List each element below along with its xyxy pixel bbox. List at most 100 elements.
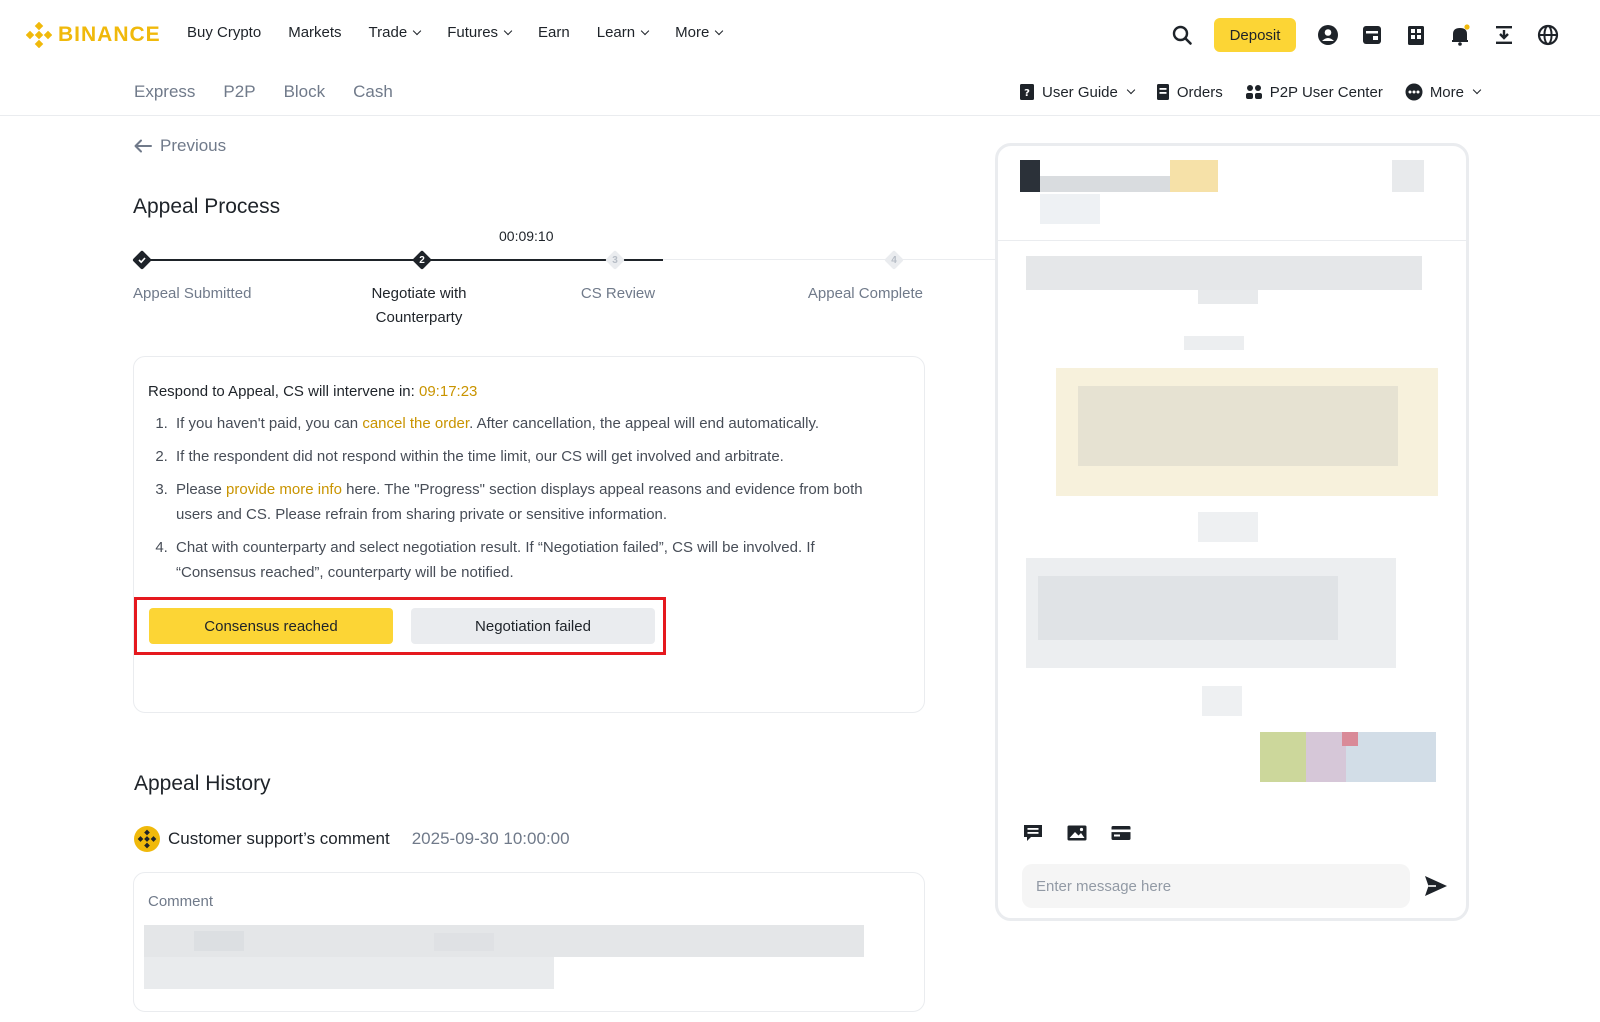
tab-express[interactable]: Express — [134, 82, 195, 102]
step-4-number: 4 — [891, 254, 897, 266]
nav-learn[interactable]: Learn — [596, 24, 650, 41]
nav-trade[interactable]: Trade — [368, 24, 422, 41]
provide-more-info-link[interactable]: provide more info — [226, 481, 342, 498]
history-author: Customer support’s comment — [168, 829, 390, 848]
step-2-marker: 2 — [412, 250, 432, 270]
comment-card: Comment — [133, 872, 925, 1012]
chat-header-action[interactable] — [1392, 160, 1424, 192]
step-1-label: Appeal Submitted — [133, 285, 252, 302]
counterparty-avatar — [1020, 160, 1040, 192]
nav-futures[interactable]: Futures — [447, 24, 513, 41]
binance-logo-icon — [26, 22, 52, 48]
nav-label: Learn — [596, 24, 636, 41]
globe-icon[interactable] — [1536, 23, 1560, 47]
cancel-order-link[interactable]: cancel the order — [362, 415, 469, 432]
chevron-down-icon — [1126, 85, 1136, 95]
progress-line-todo — [663, 259, 1043, 260]
tab-p2p[interactable]: P2P — [223, 82, 255, 102]
orders-link[interactable]: Orders — [1156, 83, 1223, 101]
user-guide-menu[interactable]: ? User Guide — [1019, 83, 1136, 101]
download-icon[interactable] — [1492, 23, 1516, 47]
p2p-subnav: Express P2P Block Cash ? User Guide Orde… — [0, 70, 1600, 116]
comment-label: Comment — [148, 893, 214, 910]
message-time-redacted — [1202, 686, 1242, 716]
subnav-more-menu[interactable]: More — [1405, 83, 1482, 101]
subnav-actions: ? User Guide Orders P2P User Center More — [1019, 83, 1482, 101]
redacted-pixel — [434, 933, 494, 951]
previous-link[interactable]: Previous — [134, 136, 226, 156]
appeal-history-title: Appeal History — [134, 772, 271, 795]
chat-toolbar — [1022, 822, 1132, 849]
image-message-pixel — [1260, 732, 1306, 782]
nav-more[interactable]: More — [675, 24, 724, 41]
nav-label: More — [675, 24, 710, 41]
nav-markets[interactable]: Markets — [288, 24, 341, 41]
step-2-label: Negotiate with Counterparty — [371, 285, 467, 326]
instruction-3: Please provide more info here. The "Prog… — [172, 477, 884, 527]
main-nav: Buy Crypto Markets Trade Futures Earn Le… — [187, 24, 749, 41]
appeal-stepper: 00:09:10 2 3 4 Appeal Submitted Negotiat… — [132, 228, 1043, 328]
check-icon — [138, 257, 146, 264]
quick-reply-icon[interactable] — [1022, 822, 1044, 849]
nav-label: Markets — [288, 24, 342, 41]
consensus-reached-button[interactable]: Consensus reached — [149, 608, 393, 644]
deposit-button[interactable]: Deposit — [1214, 18, 1296, 52]
page-title: Appeal Process — [133, 195, 281, 218]
counterparty-status-redacted — [1040, 194, 1100, 224]
orders-icon[interactable] — [1404, 23, 1428, 47]
message-time-redacted — [1184, 336, 1244, 350]
bell-icon[interactable] — [1448, 23, 1472, 47]
p2p-user-center-link[interactable]: P2P User Center — [1245, 83, 1383, 101]
more-label: More — [1429, 83, 1464, 101]
nav-buy-crypto[interactable]: Buy Crypto — [187, 24, 261, 41]
appeal-instructions: If you haven't paid, you can cancel the … — [154, 411, 884, 593]
progress-line-done — [143, 259, 663, 261]
chevron-down-icon — [412, 26, 422, 35]
payment-card-icon[interactable] — [1110, 822, 1132, 849]
chevron-down-icon — [715, 26, 724, 35]
tab-block[interactable]: Block — [284, 82, 326, 102]
user-icon[interactable] — [1316, 23, 1340, 47]
nav-label: Trade — [368, 24, 408, 41]
received-message-text-redacted — [1038, 576, 1338, 640]
send-icon[interactable] — [1422, 872, 1450, 900]
history-entry-header: Customer support’s comment 2025-09-30 10… — [134, 826, 570, 852]
step-3-marker: 3 — [605, 250, 625, 270]
binance-logo[interactable]: BINANCE — [26, 22, 161, 48]
redacted-pixel — [194, 931, 244, 951]
instruction-text: Please — [176, 481, 222, 498]
arrow-left-icon — [134, 139, 152, 153]
nav-label: Futures — [447, 24, 499, 41]
negotiation-failed-button[interactable]: Negotiation failed — [411, 608, 655, 644]
instruction-1: If you haven't paid, you can cancel the … — [172, 411, 884, 436]
message-time-redacted — [1198, 290, 1258, 304]
binance-support-avatar-icon — [134, 826, 160, 852]
negotiation-actions-highlight: Consensus reached Negotiation failed — [134, 597, 666, 655]
subnav-tabs: Express P2P Block Cash — [134, 82, 393, 102]
chat-header-divider — [998, 240, 1466, 241]
sent-message-text-redacted — [1078, 386, 1398, 466]
svg-text:?: ? — [1024, 88, 1030, 99]
chevron-down-icon — [1472, 85, 1482, 95]
nav-label: Buy Crypto — [187, 24, 262, 41]
orders-label: Orders — [1176, 83, 1223, 101]
search-icon[interactable] — [1170, 23, 1194, 47]
chat-message-input[interactable] — [1022, 864, 1410, 908]
nav-earn[interactable]: Earn — [538, 24, 570, 41]
user-center-label: P2P User Center — [1269, 83, 1383, 101]
step-1-marker — [132, 250, 152, 270]
image-upload-icon[interactable] — [1066, 822, 1088, 849]
instruction-text: If you haven't paid, you can — [176, 415, 359, 432]
chat-panel — [995, 143, 1469, 921]
image-message-pixel — [1342, 732, 1358, 746]
redacted-comment-line — [144, 957, 554, 989]
step-4-marker: 4 — [884, 250, 904, 270]
system-message-redacted — [1026, 256, 1422, 290]
tab-cash[interactable]: Cash — [353, 82, 393, 102]
wallet-icon[interactable] — [1360, 23, 1384, 47]
intervene-countdown: 09:17:23 — [419, 383, 478, 400]
step-timer: 00:09:10 — [499, 228, 554, 244]
nav-label: Earn — [538, 24, 570, 41]
respond-text: Respond to Appeal, CS will intervene in: — [148, 383, 415, 400]
message-time-redacted — [1198, 512, 1258, 542]
